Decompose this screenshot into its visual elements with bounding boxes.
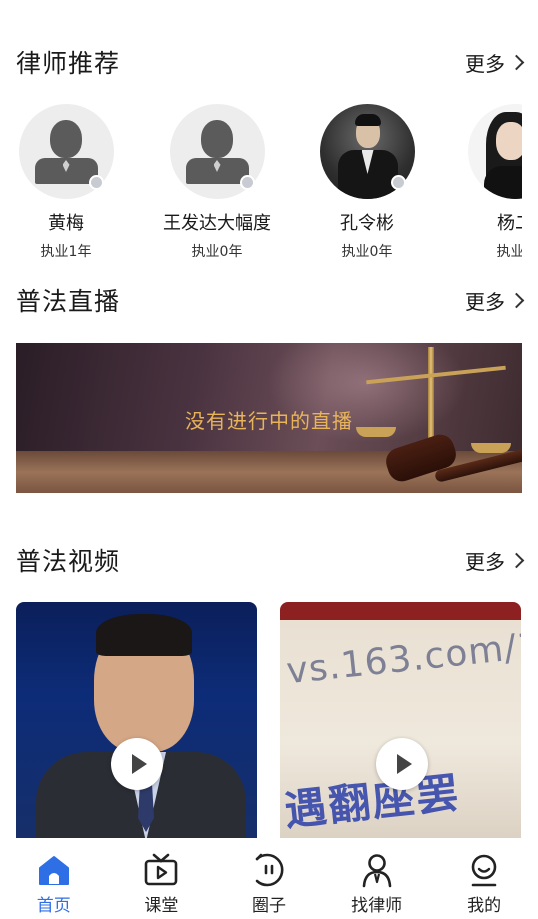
live-banner[interactable]: 没有进行中的直播 [16,343,522,493]
lawyer-icon [362,854,391,888]
play-icon[interactable] [111,738,163,790]
tab-home-label: 首页 [36,896,71,916]
lawyer-name: 黄梅 [48,213,84,234]
online-status-dot [89,175,104,190]
lawyer-name: 杨二 [497,213,522,234]
tab-circle[interactable]: 圈子 [215,838,323,919]
avatar [467,104,522,199]
tab-find-lawyer-label: 找律师 [351,896,403,916]
thumbnail-chars-text: 遇翻座罢 [282,767,463,836]
lawyers-section-header: 律师推荐 更多 [16,42,525,82]
tab-profile[interactable]: 我的 [430,838,538,919]
videos-section-header: 普法视频 更多 [16,540,525,580]
chevron-right-icon [508,552,525,568]
online-status-dot [240,175,255,190]
videos-more-label: 更多 [465,549,505,574]
lawyers-more-label: 更多 [465,51,505,76]
online-status-dot [391,175,406,190]
live-section-header: 普法直播 更多 [16,280,525,320]
live-empty-text: 没有进行中的直播 [185,409,353,433]
thumbnail-url-text: vs.163.com/1 [284,624,521,693]
video-card[interactable]: vs.163.com/1 遇翻座罢 [280,602,521,838]
lawyer-experience: 执业1年 [40,244,92,260]
home-icon [38,856,69,885]
bottom-tab-bar: 首页 课堂 圈子 找律师 我的 [0,838,538,919]
lawyer-experience: 执业0年 [191,244,243,260]
lawyer-card[interactable]: 孔令彬 执业0年 [307,104,427,261]
lawyer-experience: 执业0 [496,244,522,260]
lawyers-more-link[interactable]: 更多 [465,48,525,77]
chevron-right-icon [508,292,525,308]
tab-classroom-label: 课堂 [144,896,179,916]
tab-find-lawyer[interactable]: 找律师 [323,838,431,919]
videos-section-title: 普法视频 [16,547,121,576]
tab-home[interactable]: 首页 [0,838,108,919]
video-card[interactable] [16,602,257,838]
lawyers-section-title: 律师推荐 [16,49,121,78]
tab-circle-label: 圈子 [251,896,286,916]
lawyer-card[interactable]: 黄梅 执业1年 [6,104,126,261]
live-more-label: 更多 [465,289,505,314]
lawyer-name: 王发达大幅度 [163,213,271,234]
videos-more-link[interactable]: 更多 [465,546,525,575]
home-page: 律师推荐 更多 黄梅 执业1年 王发达大幅度 执业0年 孔令彬 执业0年 杨 执… [0,0,538,919]
lawyer-name: 孔令彬 [340,213,394,234]
lawyer-list: 黄梅 执业1年 王发达大幅度 执业0年 孔令彬 执业0年 杨二 执业0 [0,104,522,264]
chevron-right-icon [508,54,525,70]
profile-icon [471,854,497,887]
tab-profile-label: 我的 [467,896,502,916]
tv-icon [145,853,178,886]
lawyer-card[interactable]: 杨二 执业0 [455,104,522,261]
lawyer-card[interactable]: 王发达大幅度 执业0年 [157,104,277,261]
video-list: vs.163.com/1 遇翻座罢 [16,602,522,838]
live-more-link[interactable]: 更多 [465,286,525,315]
play-icon[interactable] [376,738,428,790]
circle-chat-icon [255,853,284,887]
lawyer-experience: 执业0年 [341,244,393,260]
live-section-title: 普法直播 [16,287,121,316]
tab-classroom[interactable]: 课堂 [108,838,216,919]
